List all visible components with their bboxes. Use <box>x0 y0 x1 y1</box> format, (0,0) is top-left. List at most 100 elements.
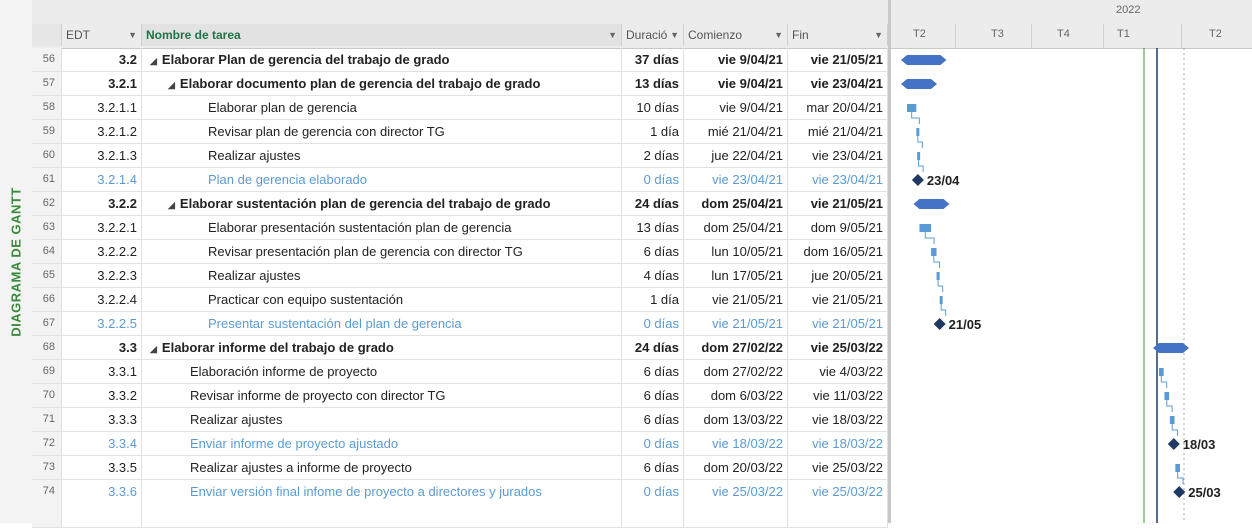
finish-cell[interactable]: vie 23/04/21 <box>788 168 888 191</box>
finish-cell[interactable]: vie 18/03/22 <box>788 432 888 455</box>
collapse-icon[interactable]: ◢ <box>168 80 175 90</box>
start-cell[interactable]: vie 18/03/22 <box>684 432 788 455</box>
start-cell[interactable]: dom 13/03/22 <box>684 408 788 431</box>
finish-cell[interactable]: vie 21/05/21 <box>788 288 888 311</box>
finish-cell[interactable]: vie 25/03/22 <box>788 480 888 527</box>
start-cell[interactable]: vie 21/05/21 <box>684 288 788 311</box>
column-header-wbs[interactable]: EDT ▼ <box>62 24 142 46</box>
row-id[interactable]: 66 <box>32 288 62 311</box>
column-header-name[interactable]: Nombre de tarea ▼ <box>142 24 622 46</box>
wbs-cell[interactable]: 3.2.2.5 <box>62 312 142 335</box>
table-row[interactable]: 74 3.3.6 Enviar versión final infome de pr… <box>32 480 888 528</box>
start-cell[interactable]: vie 23/04/21 <box>684 168 788 191</box>
task-name-cell[interactable]: ◢ Elaborar sustentación plan de gerencia … <box>142 192 622 215</box>
row-id[interactable]: 69 <box>32 360 62 383</box>
column-header-start[interactable]: Comienzo ▼ <box>684 24 788 46</box>
wbs-cell[interactable]: 3.2.1.4 <box>62 168 142 191</box>
table-row[interactable]: 56 3.2 ◢ Elaborar Plan de gerencia del trab… <box>32 48 888 72</box>
row-id[interactable]: 68 <box>32 336 62 359</box>
task-name-cell[interactable]: Elaborar presentación sustentación plan … <box>142 216 622 239</box>
chevron-down-icon[interactable]: ▼ <box>608 24 617 46</box>
start-cell[interactable]: dom 6/03/22 <box>684 384 788 407</box>
finish-cell[interactable]: vie 21/05/21 <box>788 192 888 215</box>
wbs-cell[interactable]: 3.2 <box>62 48 142 71</box>
wbs-cell[interactable]: 3.2.2 <box>62 192 142 215</box>
duration-cell[interactable]: 0 días <box>622 432 684 455</box>
wbs-cell[interactable]: 3.2.1.3 <box>62 144 142 167</box>
start-cell[interactable]: vie 9/04/21 <box>684 72 788 95</box>
start-cell[interactable]: vie 9/04/21 <box>684 48 788 71</box>
table-row[interactable]: 65 3.2.2.3 Realizar ajustes 4 días lun 17/05… <box>32 264 888 288</box>
finish-cell[interactable]: vie 25/03/22 <box>788 456 888 479</box>
task-name-cell[interactable]: Revisar plan de gerencia con director TG <box>142 120 622 143</box>
wbs-cell[interactable]: 3.2.1.2 <box>62 120 142 143</box>
wbs-cell[interactable]: 3.3.4 <box>62 432 142 455</box>
finish-cell[interactable]: vie 21/05/21 <box>788 48 888 71</box>
row-id[interactable]: 57 <box>32 72 62 95</box>
wbs-cell[interactable]: 3.2.1.1 <box>62 96 142 119</box>
wbs-cell[interactable]: 3.2.2.2 <box>62 240 142 263</box>
start-cell[interactable]: vie 25/03/22 <box>684 480 788 527</box>
task-name-cell[interactable]: Revisar informe de proyecto con director… <box>142 384 622 407</box>
table-row[interactable]: 71 3.3.3 Realizar ajustes 6 días dom 13/03/2… <box>32 408 888 432</box>
task-name-cell[interactable]: Plan de gerencia elaborado <box>142 168 622 191</box>
start-cell[interactable]: vie 21/05/21 <box>684 312 788 335</box>
task-name-cell[interactable]: ◢ Elaborar Plan de gerencia del trabajo d… <box>142 48 622 71</box>
finish-cell[interactable]: vie 23/04/21 <box>788 144 888 167</box>
start-cell[interactable]: jue 22/04/21 <box>684 144 788 167</box>
duration-cell[interactable]: 13 días <box>622 72 684 95</box>
finish-cell[interactable]: dom 16/05/21 <box>788 240 888 263</box>
wbs-cell[interactable]: 3.3.3 <box>62 408 142 431</box>
task-name-cell[interactable]: Realizar ajustes <box>142 264 622 287</box>
task-name-cell[interactable]: Enviar informe de proyecto ajustado <box>142 432 622 455</box>
start-cell[interactable]: lun 10/05/21 <box>684 240 788 263</box>
wbs-cell[interactable]: 3.2.1 <box>62 72 142 95</box>
wbs-cell[interactable]: 3.3 <box>62 336 142 359</box>
duration-cell[interactable]: 6 días <box>622 240 684 263</box>
duration-cell[interactable]: 24 días <box>622 192 684 215</box>
row-id[interactable]: 59 <box>32 120 62 143</box>
duration-cell[interactable]: 37 días <box>622 48 684 71</box>
finish-cell[interactable]: vie 4/03/22 <box>788 360 888 383</box>
chevron-down-icon[interactable]: ▼ <box>128 24 137 46</box>
start-cell[interactable]: dom 25/04/21 <box>684 216 788 239</box>
duration-cell[interactable]: 1 día <box>622 120 684 143</box>
row-id[interactable]: 65 <box>32 264 62 287</box>
table-row[interactable]: 73 3.3.5 Realizar ajustes a informe de pro… <box>32 456 888 480</box>
finish-cell[interactable]: dom 9/05/21 <box>788 216 888 239</box>
wbs-cell[interactable]: 3.3.2 <box>62 384 142 407</box>
wbs-cell[interactable]: 3.2.2.4 <box>62 288 142 311</box>
collapse-icon[interactable]: ◢ <box>168 200 175 210</box>
start-cell[interactable]: dom 25/04/21 <box>684 192 788 215</box>
finish-cell[interactable]: vie 11/03/22 <box>788 384 888 407</box>
finish-cell[interactable]: jue 20/05/21 <box>788 264 888 287</box>
duration-cell[interactable]: 0 días <box>622 312 684 335</box>
task-name-cell[interactable]: Enviar versión final infome de proyecto … <box>142 480 622 527</box>
wbs-cell[interactable]: 3.3.6 <box>62 480 142 527</box>
column-header-duration[interactable]: Duració ▼ <box>622 24 684 46</box>
duration-cell[interactable]: 1 día <box>622 288 684 311</box>
task-name-cell[interactable]: Presentar sustentación del plan de geren… <box>142 312 622 335</box>
chevron-down-icon[interactable]: ▼ <box>774 24 783 46</box>
row-id[interactable]: 56 <box>32 48 62 71</box>
duration-cell[interactable]: 2 días <box>622 144 684 167</box>
duration-cell[interactable]: 6 días <box>622 360 684 383</box>
start-cell[interactable]: vie 9/04/21 <box>684 96 788 119</box>
row-id[interactable]: 62 <box>32 192 62 215</box>
duration-cell[interactable]: 0 días <box>622 168 684 191</box>
start-cell[interactable]: dom 27/02/22 <box>684 360 788 383</box>
select-all-corner[interactable] <box>32 24 62 46</box>
task-name-cell[interactable]: Realizar ajustes <box>142 408 622 431</box>
finish-cell[interactable]: vie 23/04/21 <box>788 72 888 95</box>
row-id[interactable]: 61 <box>32 168 62 191</box>
table-row[interactable]: 69 3.3.1 Elaboración informe de proyecto 6 … <box>32 360 888 384</box>
start-cell[interactable]: lun 17/05/21 <box>684 264 788 287</box>
collapse-icon[interactable]: ◢ <box>150 56 157 66</box>
row-id[interactable]: 73 <box>32 456 62 479</box>
table-row[interactable]: 70 3.3.2 Revisar informe de proyecto con d… <box>32 384 888 408</box>
finish-cell[interactable]: vie 21/05/21 <box>788 312 888 335</box>
finish-cell[interactable]: mié 21/04/21 <box>788 120 888 143</box>
collapse-icon[interactable]: ◢ <box>150 344 157 354</box>
task-name-cell[interactable]: Practicar con equipo sustentación <box>142 288 622 311</box>
row-id[interactable]: 70 <box>32 384 62 407</box>
